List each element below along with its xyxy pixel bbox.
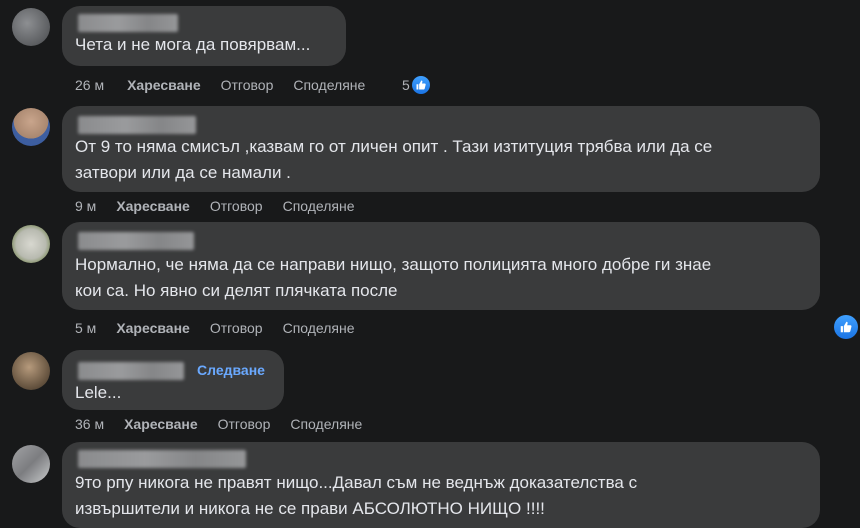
- comment-text: Lele...: [75, 383, 122, 402]
- comment-time[interactable]: 36 м: [75, 416, 104, 432]
- avatar[interactable]: [12, 445, 50, 483]
- like-button[interactable]: Харесване: [127, 77, 201, 93]
- author-name-blurred[interactable]: [78, 362, 184, 380]
- comment-bubble: 9то рпу никога не правят нищо...Давал съ…: [62, 442, 820, 528]
- reply-button[interactable]: Отговор: [221, 77, 274, 93]
- comment-text: Чета и не мога да повярвам...: [75, 35, 311, 54]
- comment-text: 9то рпу никога не правят нищо...Давал съ…: [75, 473, 638, 518]
- comment-actions: 36 м Харесване Отговор Споделяне: [75, 416, 382, 432]
- author-name-blurred[interactable]: [78, 232, 194, 250]
- author-name-blurred[interactable]: [78, 116, 196, 134]
- reply-button[interactable]: Отговор: [218, 416, 271, 432]
- share-button[interactable]: Споделяне: [283, 320, 355, 336]
- comment-actions: 5 м Харесване Отговор Споделяне: [75, 320, 375, 336]
- share-button[interactable]: Споделяне: [290, 416, 362, 432]
- like-button[interactable]: Харесване: [116, 320, 190, 336]
- comment-time[interactable]: 5 м: [75, 320, 96, 336]
- share-button[interactable]: Споделяне: [293, 77, 365, 93]
- like-button[interactable]: Харесване: [116, 198, 190, 214]
- comment-bubble: От 9 то няма смисъл ,казвам го от личен …: [62, 106, 820, 192]
- reaction-count[interactable]: 5: [402, 76, 430, 94]
- like-button[interactable]: Харесване: [124, 416, 198, 432]
- comment-bubble: Следване Lele...: [62, 350, 284, 410]
- comment-actions: 26 м Харесване Отговор Споделяне: [75, 77, 385, 93]
- share-button[interactable]: Споделяне: [283, 198, 355, 214]
- comment-time[interactable]: 9 м: [75, 198, 96, 214]
- reply-button[interactable]: Отговор: [210, 320, 263, 336]
- follow-button[interactable]: Следване: [197, 362, 265, 378]
- comment-text: Нормално, че няма да се направи нищо, за…: [75, 255, 712, 300]
- avatar[interactable]: [12, 225, 50, 263]
- avatar[interactable]: [12, 8, 50, 46]
- comment-time[interactable]: 26 м: [75, 77, 104, 93]
- author-name-blurred[interactable]: [78, 450, 246, 468]
- comment-text: От 9 то няма смисъл ,казвам го от личен …: [75, 137, 713, 182]
- author-name-blurred[interactable]: [78, 14, 178, 32]
- avatar[interactable]: [12, 352, 50, 390]
- like-thumb-icon: [411, 76, 430, 94]
- reply-button[interactable]: Отговор: [210, 198, 263, 214]
- comment-bubble: Чета и не мога да повярвам...: [62, 6, 346, 66]
- avatar[interactable]: [12, 108, 50, 146]
- like-thumb-icon[interactable]: [834, 315, 858, 339]
- reaction-count-value: 5: [402, 77, 410, 93]
- comment-actions: 9 м Харесване Отговор Споделяне: [75, 198, 375, 214]
- comment-bubble: Нормално, че няма да се направи нищо, за…: [62, 222, 820, 310]
